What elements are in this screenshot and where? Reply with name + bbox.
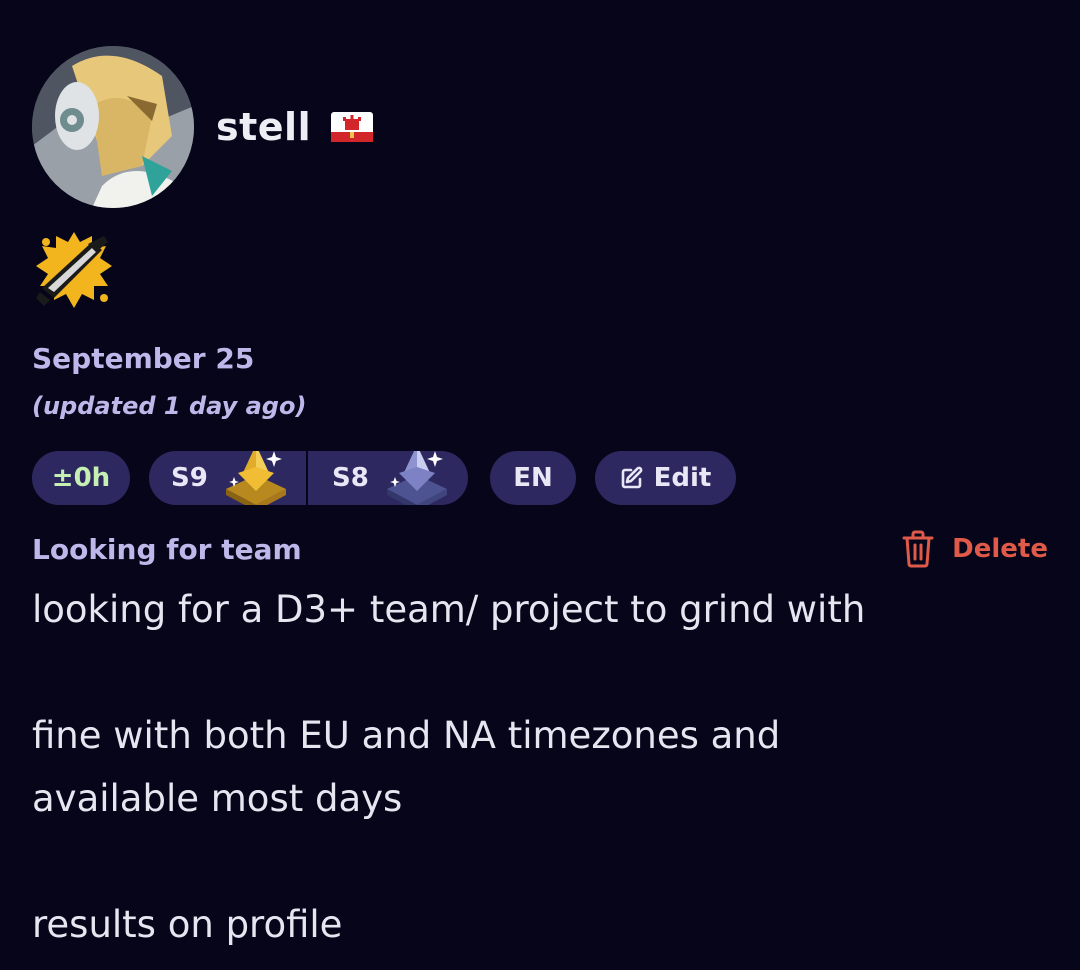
- edit-icon: [621, 466, 642, 489]
- silver-diamond-rank-badge-icon: [377, 451, 457, 505]
- message-line: available most days: [32, 777, 403, 820]
- rank-season-label: S8: [332, 463, 369, 493]
- avatar-image: [32, 46, 194, 208]
- post-date: September 25: [32, 342, 255, 375]
- edit-button-label: Edit: [653, 463, 712, 493]
- message-line: fine with both EU and NA timezones and: [32, 714, 781, 757]
- delete-button[interactable]: Delete: [902, 530, 1048, 568]
- timezone-offset: ±0h: [51, 463, 111, 493]
- language-label: EN: [513, 463, 553, 493]
- post-type-label: Looking for team: [32, 533, 302, 566]
- post-card: stell September 25 (updated 1 day ago) ±…: [0, 0, 1080, 970]
- delete-button-label: Delete: [952, 534, 1048, 564]
- trash-icon: [902, 530, 934, 568]
- gibraltar-flag-icon: [331, 112, 374, 142]
- timezone-badge: ±0h: [32, 451, 130, 505]
- rank-season-9: S9: [149, 451, 306, 505]
- language-badge: EN: [490, 451, 576, 505]
- rank-season-label: S9: [171, 463, 208, 493]
- message-line: [32, 641, 1052, 704]
- edit-button[interactable]: Edit: [595, 451, 736, 505]
- rank-badges: S9 S8: [149, 451, 468, 505]
- gold-diamond-rank-badge-icon: [216, 451, 296, 505]
- message-line: [32, 830, 1052, 893]
- splattershot-weapon-icon: [32, 228, 116, 312]
- post-message: looking for a D3+ team/ project to grind…: [32, 578, 1052, 956]
- avatar[interactable]: [32, 46, 194, 208]
- profile-header: stell: [32, 46, 374, 208]
- updated-timestamp: (updated 1 day ago): [32, 392, 307, 420]
- message-line: results on profile: [32, 903, 343, 946]
- username[interactable]: stell: [216, 105, 311, 149]
- post-tags: ±0h S9 S8 EN Edit: [32, 451, 736, 505]
- message-line: looking for a D3+ team/ project to grind…: [32, 588, 866, 631]
- rank-season-8: S8: [306, 451, 466, 505]
